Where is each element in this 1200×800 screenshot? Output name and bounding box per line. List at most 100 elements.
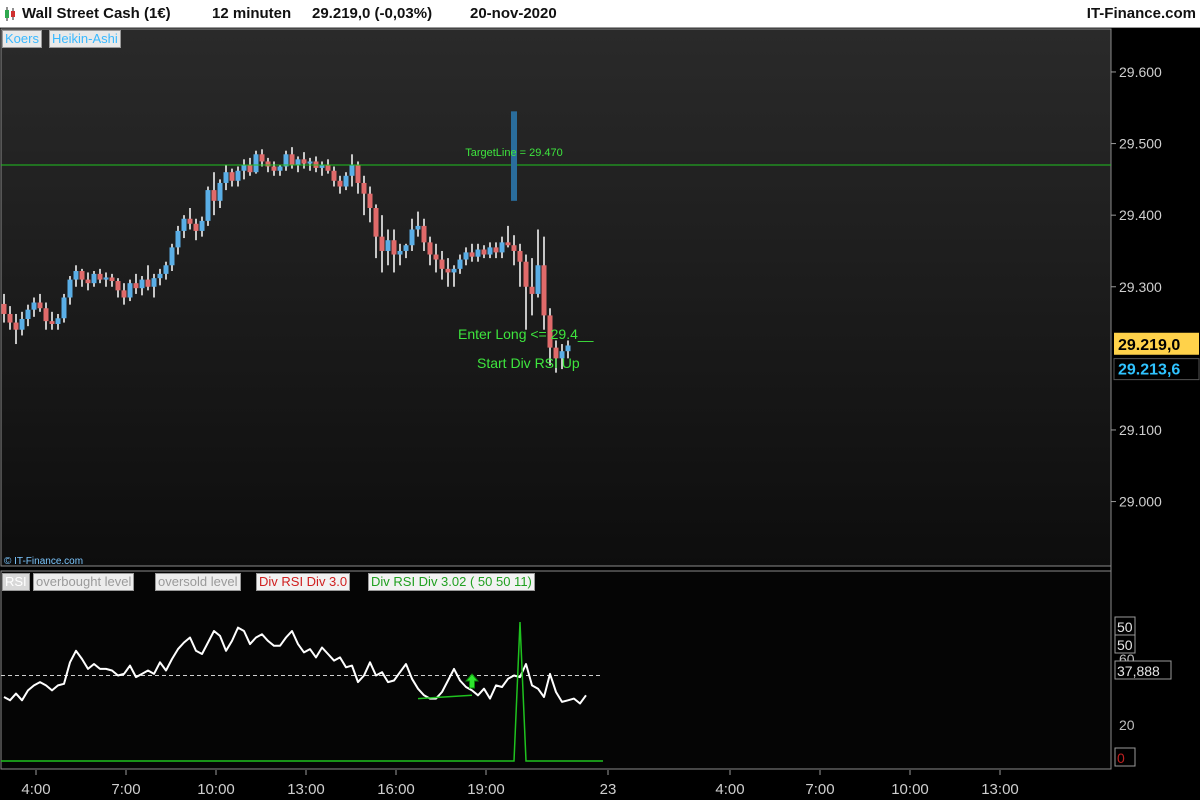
candle-body (493, 247, 499, 253)
candle-body (295, 159, 301, 166)
candle-body (151, 278, 157, 287)
candle-body (193, 223, 199, 231)
time-tick-label: 10:00 (891, 781, 929, 798)
rsi-value-badge-text: 37,888 (1117, 663, 1160, 679)
price-tick-label: 29.500 (1119, 136, 1162, 152)
candle-body (13, 322, 19, 330)
candle-body (37, 302, 43, 309)
candle-body (265, 161, 271, 167)
candle-body (409, 229, 415, 246)
candle-body (253, 154, 259, 173)
candle-body (139, 279, 145, 289)
candle-body (367, 193, 373, 208)
candle-body (487, 247, 493, 255)
candle-body (517, 250, 523, 262)
candle-body (427, 242, 433, 255)
candle-body (373, 208, 379, 237)
candle-body (541, 265, 547, 316)
rsi-tick-label: 20 (1119, 717, 1135, 733)
candle-body (199, 220, 205, 231)
overbought-badge-text: 50 (1117, 619, 1133, 635)
candle-body (229, 172, 235, 181)
candle-body (391, 240, 397, 255)
tab-koers[interactable]: Koers (2, 30, 42, 48)
candle-body (211, 190, 217, 201)
candle-body (61, 297, 67, 319)
candle-body (523, 261, 529, 287)
time-tick-label: 7:00 (111, 781, 140, 798)
candle-body (259, 154, 265, 162)
candle-body (133, 283, 139, 289)
rsi-tab-4[interactable]: Div RSI Div 3.02 ( 50 50 11) (368, 573, 535, 591)
candle-body (451, 268, 457, 273)
candle-body (19, 318, 25, 330)
time-tick-label: 23 (600, 781, 617, 798)
candle-body (397, 250, 403, 255)
candle-body (103, 277, 109, 280)
time-tick-label: 7:00 (805, 781, 834, 798)
candle-body (181, 218, 187, 231)
candle-body (307, 161, 313, 164)
candle-body (325, 165, 331, 171)
candle-body (271, 166, 277, 171)
price-tick-label: 29.100 (1119, 422, 1162, 438)
candle-body (433, 254, 439, 260)
candle-body (421, 225, 427, 243)
candle-body (457, 259, 463, 269)
time-tick-label: 10:00 (197, 781, 235, 798)
candle-body (349, 165, 355, 176)
tab-heikin-ashi[interactable]: Heikin-Ashi (49, 30, 121, 48)
candle-body (475, 249, 481, 257)
candle-body (535, 265, 541, 294)
price-tick-label: 29.600 (1119, 64, 1162, 80)
candle-body (67, 279, 73, 298)
rsi-tab-3[interactable]: Div RSI Div 3.0 (256, 573, 351, 591)
candle-body (511, 245, 517, 251)
price-panel-bg (1, 29, 1111, 566)
candle-body (25, 309, 31, 319)
candle-body (499, 242, 505, 253)
candle-body (385, 240, 391, 251)
time-tick-label: 19:00 (467, 781, 505, 798)
candle-body (145, 279, 151, 287)
rsi-tab-0[interactable]: RSI (2, 573, 30, 591)
candle-body (277, 166, 283, 171)
copyright-label: © IT-Finance.com (4, 556, 83, 567)
candle-body (565, 345, 571, 352)
time-tick-label: 13:00 (981, 781, 1019, 798)
candle-body (217, 182, 223, 201)
price-and-rsi-chart[interactable]: 29.600 29.500 29.400 29.300 29.100 29.000 29.2… (0, 0, 1200, 800)
candle-body (355, 165, 361, 183)
enter-long-label: Enter Long <= 29.4__ (458, 326, 594, 342)
candle-body (187, 218, 193, 224)
candle-body (109, 277, 115, 282)
candle-body (157, 273, 163, 279)
rsi-tab-2[interactable]: oversold level (155, 573, 241, 591)
candle-body (301, 159, 307, 164)
candle-body (205, 190, 211, 221)
time-tick-label: 13:00 (287, 781, 325, 798)
candle-body (79, 271, 85, 280)
rsi-panel-frame (0, 570, 1112, 770)
candle-body (481, 249, 487, 255)
candle-body (505, 242, 511, 246)
candle-body (469, 252, 475, 257)
candle-body (91, 273, 97, 284)
second-price-text: 29.213,6 (1118, 362, 1180, 379)
candle-body (115, 281, 121, 291)
candle-body (7, 313, 13, 323)
candle-body (463, 252, 469, 260)
oversold-badge-text: 50 (1117, 637, 1133, 653)
candle-body (121, 290, 127, 298)
candle-body (403, 245, 409, 251)
candle-body (55, 318, 61, 324)
candle-body (445, 268, 451, 273)
candle-body (169, 247, 175, 266)
candle-body (73, 271, 79, 280)
last-price-text: 29.219,0 (1118, 337, 1180, 354)
candle-body (235, 170, 241, 181)
time-tick-label: 4:00 (715, 781, 744, 798)
candle-body (361, 182, 367, 194)
rsi-tab-1[interactable]: overbought level (33, 573, 135, 591)
candle-body (175, 230, 181, 248)
